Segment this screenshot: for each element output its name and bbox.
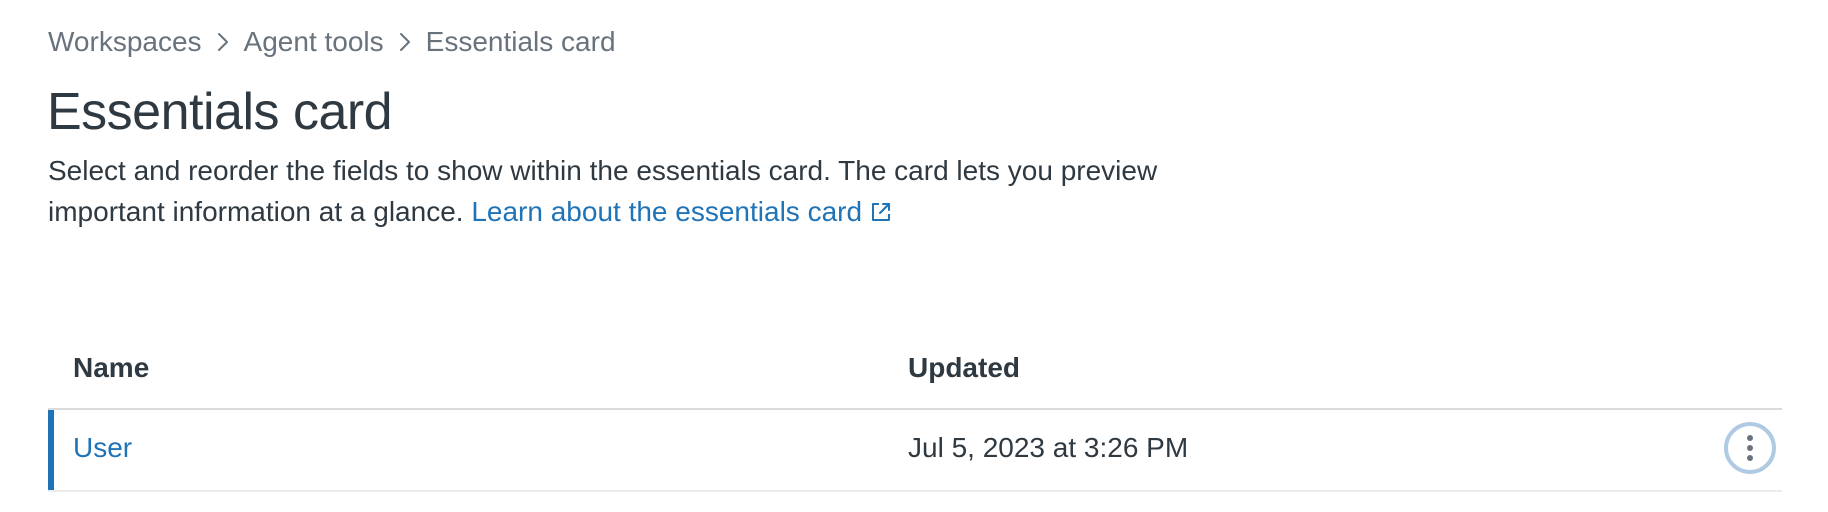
chevron-right-icon — [384, 22, 426, 62]
learn-about-essentials-card-link[interactable]: Learn about the essentials card — [471, 196, 892, 227]
overflow-vertical-icon — [1746, 434, 1754, 462]
breadcrumb-workspaces[interactable]: Workspaces — [48, 22, 202, 62]
essentials-card-page: Workspaces Agent tools Essentials card E… — [0, 0, 1828, 512]
fields-table: Name Updated User Jul 5, 2023 at 3:26 PM — [48, 340, 1782, 492]
column-header-updated[interactable]: Updated — [908, 352, 1020, 384]
row-name-link[interactable]: User — [73, 432, 132, 464]
row-selection-indicator — [48, 410, 54, 490]
page-title: Essentials card — [47, 83, 393, 141]
table-header: Name Updated — [48, 340, 1782, 410]
chevron-right-icon — [202, 22, 244, 62]
row-updated-date: Jul 5, 2023 at 3:26 PM — [908, 432, 1189, 463]
breadcrumb: Workspaces Agent tools Essentials card — [48, 22, 616, 62]
table-row[interactable]: User Jul 5, 2023 at 3:26 PM — [48, 410, 1782, 492]
row-overflow-menu-button[interactable] — [1724, 422, 1776, 474]
external-link-icon — [870, 193, 892, 234]
learn-link-label: Learn about the essentials card — [471, 196, 863, 227]
breadcrumb-current: Essentials card — [425, 26, 616, 57]
column-header-name[interactable]: Name — [73, 352, 149, 384]
breadcrumb-agent-tools[interactable]: Agent tools — [244, 22, 384, 62]
page-description: Select and reorder the fields to show wi… — [48, 150, 1168, 234]
